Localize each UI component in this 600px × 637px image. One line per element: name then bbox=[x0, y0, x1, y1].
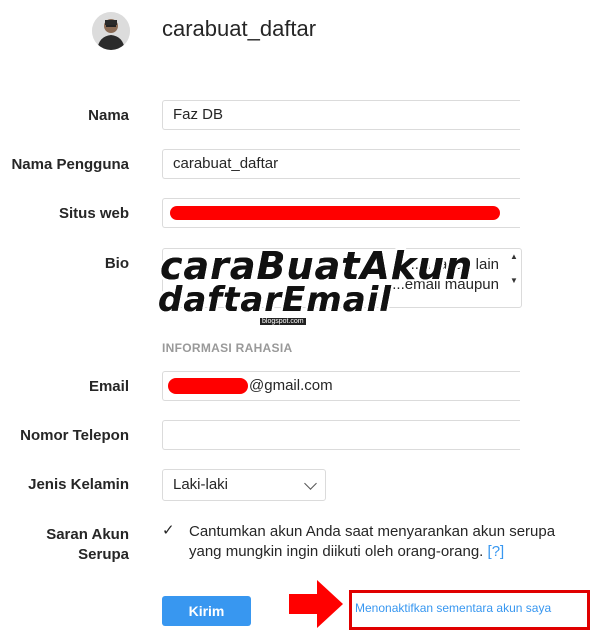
profile-photo-icon bbox=[92, 12, 130, 50]
deactivate-account-link[interactable]: Menonaktifkan sementara akun saya bbox=[355, 601, 551, 615]
submit-button[interactable]: Kirim bbox=[162, 596, 251, 626]
gender-label: Jenis Kelamin bbox=[28, 476, 129, 493]
redaction-scribble bbox=[170, 206, 500, 220]
bio-label: Bio bbox=[104, 255, 129, 272]
name-field[interactable]: Faz DB bbox=[162, 100, 520, 130]
suggest-description: Cantumkan akun Anda saat menyarankan aku… bbox=[189, 522, 589, 562]
gender-select[interactable]: Laki-laki bbox=[162, 469, 326, 501]
email-label: Email bbox=[88, 378, 129, 395]
scroll-down-icon[interactable]: ▼ bbox=[510, 276, 518, 285]
private-info-heading: INFORMASI RAHASIA bbox=[162, 341, 293, 355]
email-redaction-scribble bbox=[168, 378, 248, 394]
profile-username: carabuat_daftar bbox=[162, 16, 317, 41]
watermark-line-3: blogspot.com bbox=[260, 318, 306, 325]
username-field[interactable]: carabuat_daftar bbox=[162, 149, 520, 179]
avatar[interactable] bbox=[92, 12, 130, 50]
website-label: Situs web bbox=[58, 205, 129, 222]
chevron-down-icon bbox=[304, 477, 317, 490]
suggest-label-line-2: Serupa bbox=[78, 546, 129, 563]
red-arrow-icon bbox=[289, 580, 343, 628]
username-label: Nama Pengguna bbox=[11, 156, 129, 173]
gender-value: Laki-laki bbox=[173, 476, 229, 493]
phone-field[interactable] bbox=[162, 420, 520, 450]
suggest-checkbox[interactable]: ✓ bbox=[162, 523, 176, 538]
help-link[interactable]: [?] bbox=[488, 543, 505, 560]
phone-label: Nomor Telepon bbox=[20, 427, 129, 444]
name-label: Nama bbox=[88, 107, 129, 124]
watermark-line-2: daftarEmail bbox=[158, 280, 392, 320]
scroll-up-icon[interactable]: ▲ bbox=[510, 252, 518, 261]
suggest-label-line-1: Saran Akun bbox=[46, 526, 129, 543]
suggest-label: Saran Akun Serupa bbox=[0, 525, 129, 565]
